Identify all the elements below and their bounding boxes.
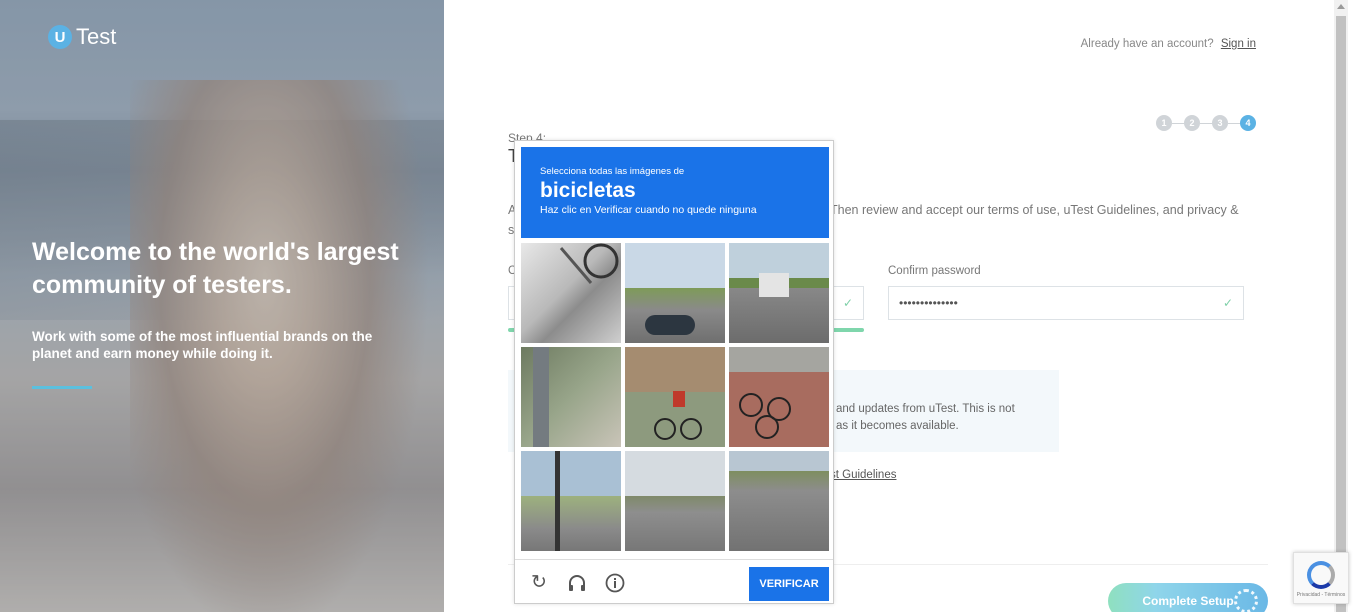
step-indicator: 1 2 3 4 xyxy=(1156,115,1256,131)
captcha-tile-1[interactable] xyxy=(521,243,621,343)
captcha-instruction: Selecciona todas las imágenes de xyxy=(540,166,685,177)
step-1: 1 xyxy=(1156,115,1172,131)
captcha-tile-6[interactable] xyxy=(729,347,829,447)
recaptcha-badge[interactable]: Privacidad - Términos xyxy=(1293,552,1349,604)
guidelines-link[interactable]: st Guidelines xyxy=(830,469,896,481)
check-icon: ✓ xyxy=(842,296,853,310)
captcha-tile-2[interactable] xyxy=(625,243,725,343)
captcha-tile-4[interactable] xyxy=(521,347,621,447)
info-icon[interactable] xyxy=(605,573,625,593)
captcha-tile-7[interactable] xyxy=(521,451,621,551)
captcha-tile-9[interactable] xyxy=(729,451,829,551)
captcha-tile-8[interactable] xyxy=(625,451,725,551)
verify-button[interactable]: VERIFICAR xyxy=(749,567,829,601)
hero-headline: Welcome to the world's largest community… xyxy=(32,238,399,299)
recaptcha-logo-icon xyxy=(1307,561,1335,589)
newsletter-text: and updates from uTest. This is not as i… xyxy=(836,403,1015,432)
recaptcha-footer: Privacidad - Términos xyxy=(1296,592,1346,598)
page-scrollbar[interactable] xyxy=(1334,0,1348,612)
headphones-icon[interactable] xyxy=(567,573,587,593)
logo-text: Test xyxy=(76,24,117,49)
step-3: 3 xyxy=(1212,115,1228,131)
captcha-tile-5[interactable] xyxy=(625,347,725,447)
confirm-password-value: •••••••••••••• xyxy=(899,296,958,310)
step-4: 4 xyxy=(1240,115,1256,131)
scroll-thumb[interactable] xyxy=(1336,16,1346,612)
hero-accent-bar xyxy=(32,386,92,389)
account-prompt-text: Already have an account? xyxy=(1080,38,1214,50)
captcha-hint: Haz clic en Verificar cuando no quede ni… xyxy=(540,204,757,216)
captcha-footer: ↻ VERIFICAR xyxy=(515,559,833,603)
hero-panel: U Test Welcome to the world's largest co… xyxy=(0,0,444,612)
confirm-password-label: Confirm password xyxy=(888,265,981,277)
intro-text-right: Then review and accept our terms of use,… xyxy=(830,203,1239,217)
logo-badge: U xyxy=(48,25,72,49)
captcha-header: Selecciona todas las imágenes de bicicle… xyxy=(521,147,829,238)
utest-logo[interactable]: U Test xyxy=(48,24,116,50)
complete-setup-button[interactable]: Complete Setup xyxy=(1108,583,1268,612)
step-2: 2 xyxy=(1184,115,1200,131)
confirm-password-field[interactable]: •••••••••••••• ✓ xyxy=(888,286,1244,320)
scroll-up-icon[interactable] xyxy=(1337,4,1345,9)
reload-icon[interactable]: ↻ xyxy=(529,573,549,593)
hero-subtext: Work with some of the most influential b… xyxy=(32,329,373,361)
signin-prompt: Already have an account? Sign in xyxy=(1081,38,1256,50)
captcha-image-grid xyxy=(521,243,829,551)
captcha-tile-3[interactable] xyxy=(729,243,829,343)
sign-in-link[interactable]: Sign in xyxy=(1221,38,1256,50)
check-icon: ✓ xyxy=(1222,296,1233,310)
loading-spinner-icon xyxy=(1234,589,1258,612)
captcha-challenge: Selecciona todas las imágenes de bicicle… xyxy=(514,140,834,604)
captcha-target: bicicletas xyxy=(540,179,636,202)
